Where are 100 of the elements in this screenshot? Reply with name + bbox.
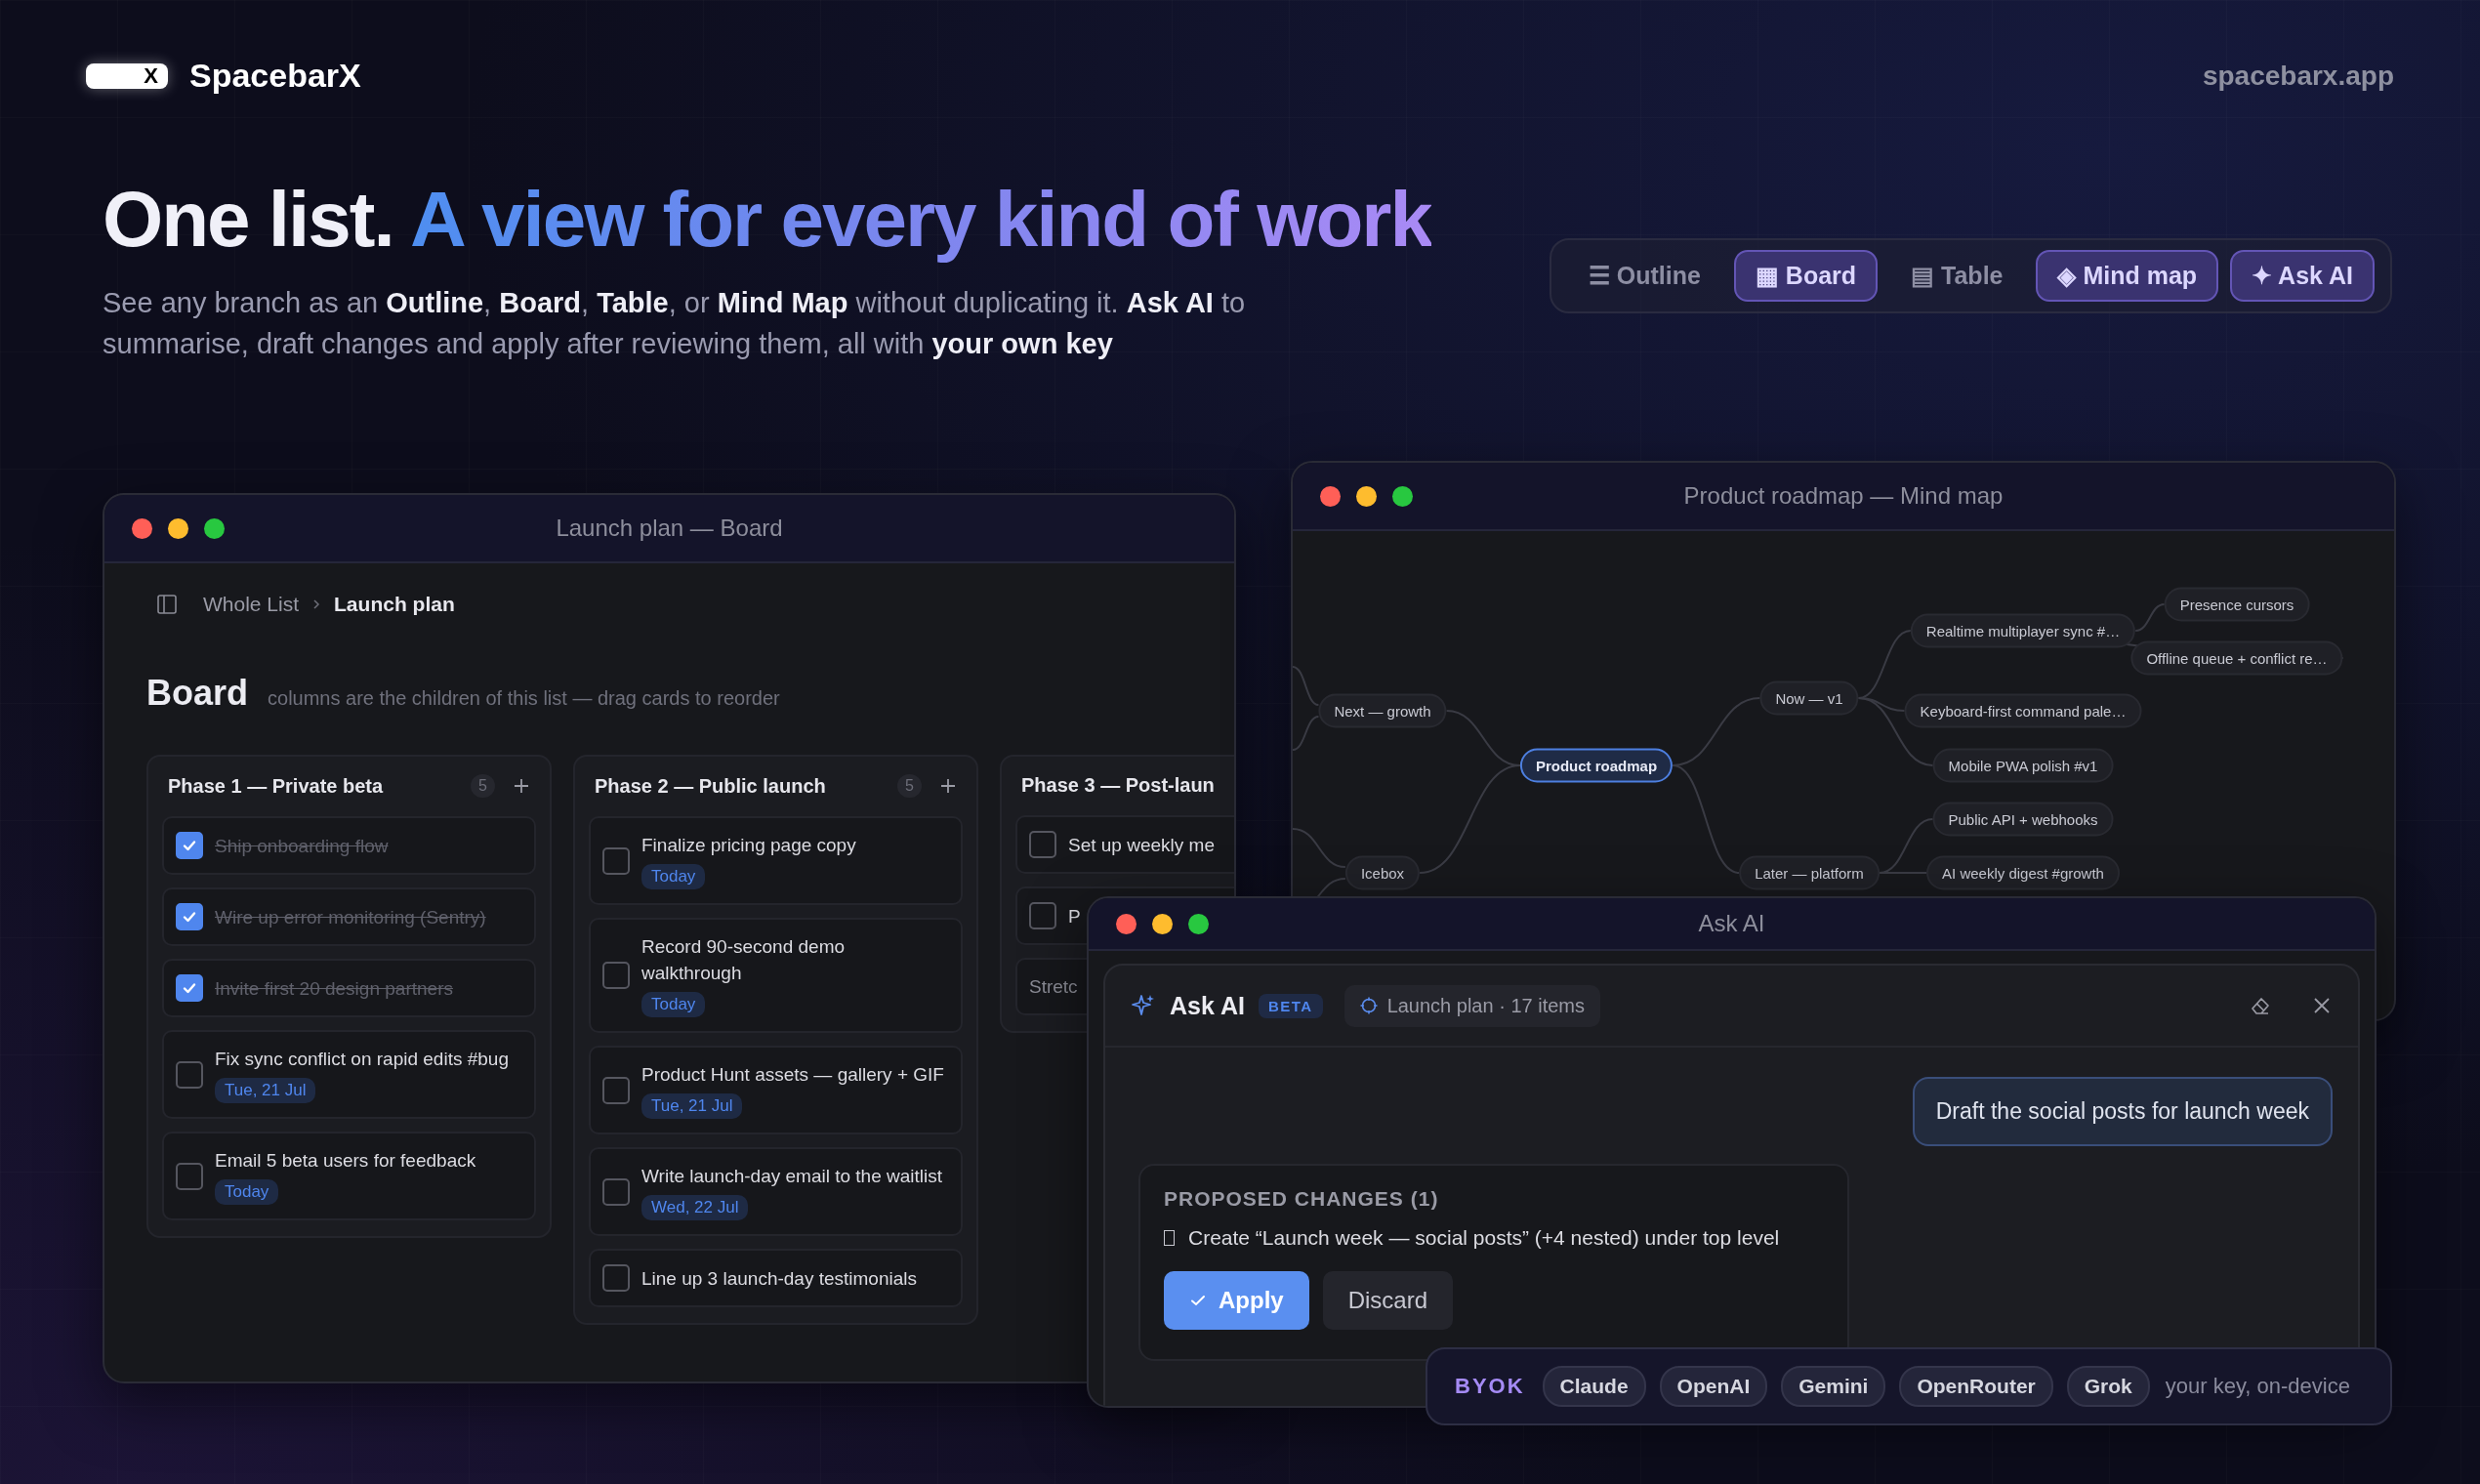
task-text: Set up weekly me [1068, 833, 1215, 857]
connector-line [1293, 828, 1346, 868]
task-text: Invite first 20 design partners [215, 976, 453, 1001]
date-tag: Tue, 21 Jul [641, 1093, 743, 1119]
domain-text: spacebarx.app [2202, 60, 2394, 92]
mind-map-node[interactable]: Later — platform [1739, 855, 1880, 890]
target-icon [1359, 997, 1378, 1014]
task-text: Record 90-second demo walkthrough [641, 935, 847, 985]
checkbox[interactable] [176, 974, 203, 1002]
sidebar-icon [156, 594, 178, 615]
window-control[interactable] [1392, 485, 1413, 507]
checkbox[interactable] [176, 832, 203, 859]
mind-map-node[interactable]: AI weekly digest #growth [1926, 855, 2120, 890]
task-card[interactable]: Line up 3 launch-day testimonials [589, 1249, 963, 1307]
date-tag: Today [215, 1179, 279, 1205]
task-text: Line up 3 launch-day testimonials [641, 1266, 917, 1291]
connector-line [1293, 666, 1320, 706]
provider-chip[interactable]: OpenRouter [1899, 1366, 2053, 1407]
window-title: Product roadmap — Mind map [1683, 482, 2004, 510]
mind-map-node[interactable]: Now — v1 [1759, 680, 1859, 716]
task-text: Wire up error monitoring (Sentry) [215, 905, 486, 929]
connector-line [2134, 603, 2166, 632]
window-control[interactable] [132, 517, 152, 539]
connector-line [1293, 716, 1320, 751]
add-icon [939, 777, 957, 795]
discard-button[interactable]: Discard [1322, 1271, 1454, 1330]
column-title: Phase 2 — Public launch [595, 774, 826, 798]
box-icon [1164, 1230, 1175, 1246]
brand-name: SpacebarX [189, 57, 361, 95]
mind-map-node[interactable]: Next — growth [1318, 693, 1447, 728]
provider-chip[interactable]: Claude [1542, 1366, 1646, 1407]
window-control[interactable] [1356, 485, 1377, 507]
provider-chip[interactable]: Grok [2066, 1366, 2150, 1407]
board-heading: Board [146, 673, 248, 714]
panel-title: Ask AI [1170, 991, 1245, 1020]
task-text: Write launch-day email to the waitlist [641, 1165, 942, 1188]
checkbox[interactable] [1029, 902, 1056, 929]
window-control[interactable] [168, 517, 188, 539]
mind-map-node[interactable]: Icebox [1344, 855, 1421, 890]
mind-map-node[interactable]: Offline queue + conflict re… [2130, 640, 2343, 676]
column-title: Phase 3 — Post-laun [1021, 774, 1215, 797]
sparkle-icon [1131, 993, 1156, 1018]
change-text: Create “Launch week — social posts” (+4 nested) under top level [1188, 1226, 1780, 1250]
view-tab[interactable]: ☰ Outline [1566, 250, 1722, 302]
window-control[interactable] [1320, 485, 1341, 507]
date-tag: Today [641, 864, 706, 889]
view-tab[interactable]: ▤ Table [1889, 250, 2025, 302]
provider-chip[interactable]: Gemini [1781, 1366, 1886, 1407]
task-text: P [1068, 904, 1081, 928]
task-card[interactable]: Email 5 beta users for feedback Today [162, 1132, 536, 1220]
provider-chip[interactable]: OpenAI [1659, 1366, 1768, 1407]
window-title: Ask AI [1698, 910, 1765, 937]
window-control[interactable] [1188, 913, 1209, 934]
note-text: your key, on-device [2165, 1374, 2350, 1399]
checkbox[interactable] [602, 1076, 630, 1104]
task-card[interactable]: Fix sync conflict on rapid edits #bug Tue, 21 Jul [162, 1030, 536, 1119]
checkbox[interactable] [176, 1060, 203, 1089]
scope-chip[interactable]: Launch plan · 17 items [1343, 984, 1600, 1027]
task-card[interactable]: Set up weekly me [1015, 815, 1234, 874]
section-heading: PROPOSED CHANGES (1) [1164, 1187, 1440, 1211]
count-badge: 5 [471, 774, 495, 798]
checkbox[interactable] [602, 1264, 630, 1292]
window-control[interactable] [204, 517, 225, 539]
logo: X [86, 62, 168, 89]
mind-map-node[interactable]: Product roadmap [1519, 748, 1674, 783]
chat-message: Draft the social posts for launch week [1912, 1077, 2333, 1146]
mind-map-node[interactable]: Public API + webhooks [1932, 802, 2114, 837]
checkbox[interactable] [602, 846, 630, 875]
view-tab[interactable]: ◈ Mind map [2036, 250, 2219, 302]
task-text: Fix sync conflict on rapid edits #bug [215, 1048, 509, 1071]
mind-map-node[interactable]: Mobile PWA polish #v1 [1932, 748, 2114, 783]
task-text: Product Hunt assets — gallery + GIF [641, 1063, 944, 1087]
window-title: Launch plan — Board [556, 515, 783, 542]
checkbox[interactable] [176, 1162, 203, 1190]
date-tag: Tue, 21 Jul [215, 1078, 316, 1103]
chevron-icon [312, 598, 321, 610]
window-control[interactable] [1152, 913, 1173, 934]
mind-map-node[interactable]: Presence cursors [2164, 587, 2310, 622]
task-text: Finalize pricing page copy [641, 834, 856, 857]
column-title: Phase 1 — Private beta [168, 774, 384, 798]
mind-map-node[interactable]: Keyboard-first command pale… [1904, 693, 2142, 728]
breadcrumb-link[interactable]: Launch plan [334, 593, 455, 616]
task-text: Email 5 beta users for feedback [215, 1149, 476, 1173]
task-card[interactable]: Product Hunt assets — gallery + GIF Tue, 21 Jul [589, 1046, 963, 1134]
task-card[interactable]: Record 90-second demo walkthrough Today [589, 918, 963, 1033]
task-card[interactable]: Write launch-day email to the waitlist Wed, 22 Jul [589, 1147, 963, 1236]
checkbox[interactable] [602, 1177, 630, 1206]
view-tab[interactable]: ✦ Ask AI [2230, 250, 2375, 302]
checkbox[interactable] [1029, 831, 1056, 858]
checkbox[interactable] [602, 962, 630, 989]
mind-map-node[interactable]: Realtime multiplayer sync #… [1910, 613, 2136, 648]
view-tab[interactable]: ▦ Board [1733, 250, 1879, 302]
date-tag: Today [641, 992, 706, 1017]
breadcrumb-link[interactable]: Whole List [203, 593, 300, 616]
checkbox[interactable] [176, 903, 203, 930]
window-control[interactable] [1116, 913, 1137, 934]
task-card[interactable]: Finalize pricing page copy Today [589, 816, 963, 905]
subtitle: See any branch as an Outline, Board, Table, or Mind Map without duplicating it. Ask AI to summarise, draft changes and apply after reviewing them, all with your own key [103, 286, 1247, 361]
hint-text: columns are the children of this list — drag cards to reorder [268, 687, 780, 710]
byok-label: BYOK [1455, 1374, 1525, 1399]
